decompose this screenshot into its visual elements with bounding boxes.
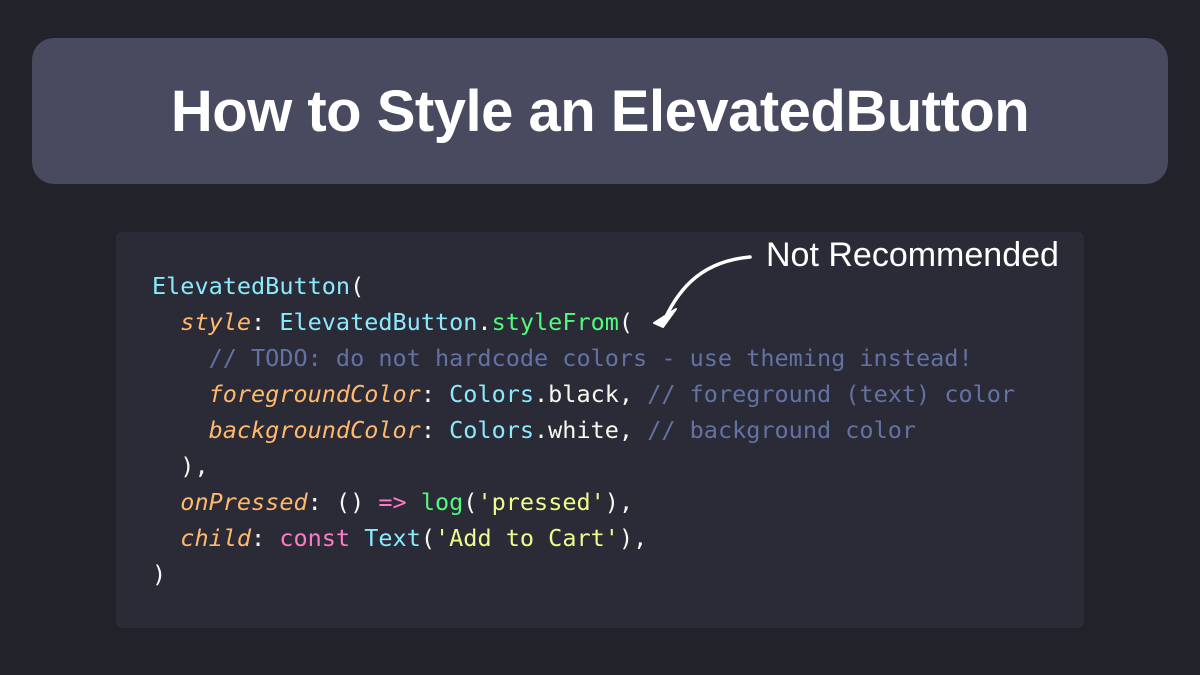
- code-line: foregroundColor: Colors.black, // foregr…: [152, 376, 1015, 412]
- class-token: Text: [364, 524, 421, 552]
- plain-token: ),: [152, 452, 209, 480]
- code-line: style: ElevatedButton.styleFrom(: [152, 304, 1015, 340]
- parameter-token: backgroundColor: [208, 416, 421, 444]
- string-token: 'Add to Cart': [435, 524, 619, 552]
- parameter-token: child: [180, 524, 252, 552]
- code-panel: ElevatedButton( style: ElevatedButton.st…: [116, 232, 1084, 628]
- function-token: styleFrom: [491, 308, 619, 336]
- keyword-token: =>: [378, 488, 407, 516]
- plain-token: : (): [307, 488, 379, 516]
- class-token: ElevatedButton: [279, 308, 478, 336]
- comment-token: // TODO: do not hardcode colors - use th…: [208, 344, 973, 372]
- plain-token: (: [463, 488, 478, 516]
- class-token: ElevatedButton: [152, 272, 351, 300]
- plain-token: .white,: [534, 416, 648, 444]
- plain-token: (: [350, 272, 365, 300]
- comment-token: // background color: [647, 416, 917, 444]
- plain-token: :: [251, 524, 280, 552]
- string-token: 'pressed': [477, 488, 605, 516]
- parameter-token: foregroundColor: [208, 380, 421, 408]
- curved-arrow-icon: [653, 255, 752, 328]
- parameter-token: style: [180, 308, 252, 336]
- plain-token: .: [477, 308, 492, 336]
- code-line: backgroundColor: Colors.white, // backgr…: [152, 412, 1015, 448]
- code-line: onPressed: () => log('pressed'),: [152, 484, 1015, 520]
- plain-token: ),: [618, 524, 648, 552]
- annotation-label: Not Recommended: [766, 236, 1059, 274]
- plain-token: ): [152, 560, 167, 588]
- class-token: Colors: [449, 416, 535, 444]
- keyword-token: const: [279, 524, 351, 552]
- title-banner: How to Style an ElevatedButton: [32, 38, 1168, 184]
- plain-token: :: [420, 380, 450, 408]
- code-line: ): [152, 556, 1015, 592]
- function-token: log: [420, 488, 464, 516]
- comment-token: // foreground (text) color: [647, 380, 1016, 408]
- plain-token: (: [618, 308, 634, 336]
- code-line: child: const Text('Add to Cart'),: [152, 520, 1015, 556]
- plain-token: ),: [604, 488, 634, 516]
- plain-token: (: [420, 524, 435, 552]
- plain-token: :: [420, 416, 450, 444]
- plain-token: .black,: [534, 380, 648, 408]
- page-title: How to Style an ElevatedButton: [170, 78, 1030, 144]
- class-token: Colors: [449, 380, 535, 408]
- plain-token: :: [251, 308, 280, 336]
- code-block: ElevatedButton( style: ElevatedButton.st…: [152, 268, 1015, 592]
- parameter-token: onPressed: [180, 488, 308, 516]
- code-line: // TODO: do not hardcode colors - use th…: [152, 340, 1015, 376]
- code-line: ),: [152, 448, 1015, 484]
